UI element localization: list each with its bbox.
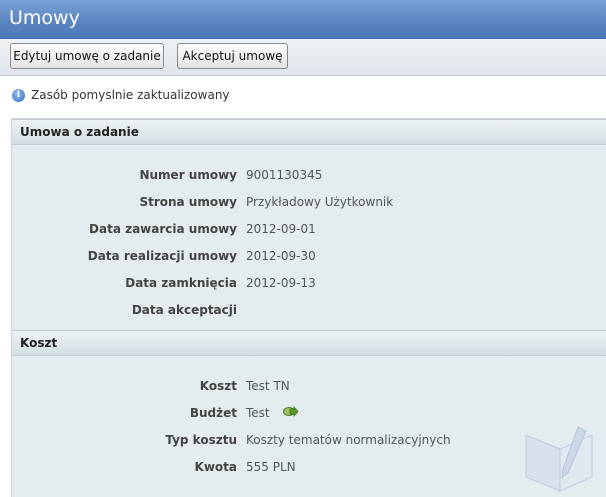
field-row-closing-date: Data zamknięcia 2012-09-13 [12, 273, 602, 293]
field-row-contract-party: Strona umowy Przykładowy Użytkownik [12, 192, 602, 212]
field-value: Przykładowy Użytkownik [246, 195, 394, 209]
page-title: Umowy [9, 7, 80, 29]
link-arrow-icon[interactable] [283, 404, 300, 424]
field-label: Kwota [194, 460, 237, 474]
field-label: Strona umowy [139, 195, 237, 209]
accept-contract-button[interactable]: Akceptuj umowę [177, 43, 288, 69]
field-value: Koszty tematów normalizacyjnych [246, 433, 451, 447]
title-bar: Umowy [0, 0, 606, 39]
edit-contract-button[interactable]: Edytuj umowę o zadanie [10, 43, 164, 69]
field-row-acceptance-date: Data akceptacji [12, 300, 602, 320]
field-label: Budżet [189, 406, 237, 420]
field-row-cost-type: Typ kosztu Koszty tematów normalizacyjny… [12, 430, 602, 450]
field-value: 2012-09-30 [246, 249, 316, 263]
field-value: 2012-09-01 [246, 222, 316, 236]
document-pen-watermark-icon [525, 426, 593, 492]
field-value: 9001130345 [246, 168, 323, 182]
field-row-realization-date: Data realizacji umowy 2012-09-30 [12, 246, 602, 266]
field-row-budget: Budżet Test [12, 403, 602, 423]
contract-panel: Umowa o zadanie Numer umowy 9001130345 S… [11, 118, 606, 497]
field-label: Typ kosztu [165, 433, 237, 447]
field-label: Data zawarcia umowy [89, 222, 237, 236]
contract-section-header: Umowa o zadanie [12, 119, 606, 145]
info-icon: i [12, 88, 25, 102]
field-value: 555 PLN [246, 460, 296, 474]
field-label: Data realizacji umowy [87, 249, 237, 263]
field-row-amount: Kwota 555 PLN [12, 457, 602, 477]
status-message-text: Zasób pomyslnie zaktualizowany [31, 88, 230, 102]
field-value: Test [246, 403, 300, 424]
field-row-contract-number: Numer umowy 9001130345 [12, 165, 602, 185]
cost-section-header: Koszt [12, 330, 606, 356]
field-label: Data akceptacji [131, 303, 237, 317]
field-value: Test TN [246, 379, 290, 393]
field-label: Numer umowy [139, 168, 237, 182]
field-row-conclusion-date: Data zawarcia umowy 2012-09-01 [12, 219, 602, 239]
budget-value: Test [246, 406, 270, 420]
field-label: Data zamknięcia [125, 276, 237, 290]
status-message: i Zasób pomyslnie zaktualizowany [12, 86, 230, 104]
field-label: Koszt [199, 379, 237, 393]
field-row-cost: Koszt Test TN [12, 376, 602, 396]
field-value: 2012-09-13 [246, 276, 316, 290]
toolbar: Edytuj umowę o zadanie Akceptuj umowę [0, 39, 606, 76]
